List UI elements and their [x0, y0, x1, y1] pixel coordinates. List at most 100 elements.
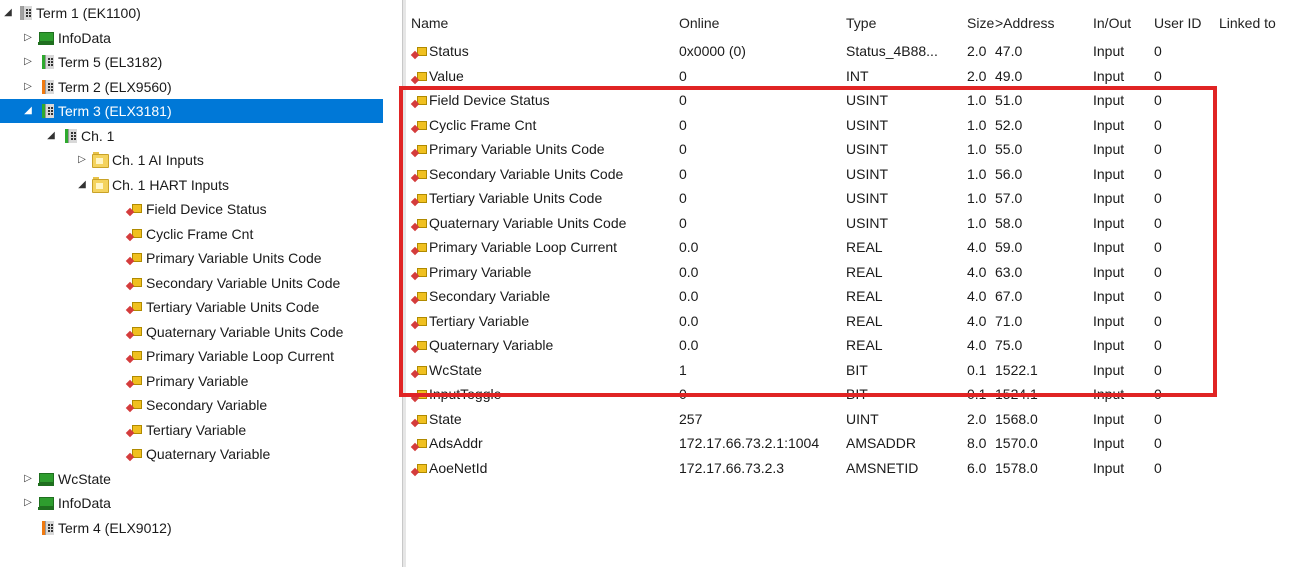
- tree-node[interactable]: ◢ Ch. 1 HART Inputs: [0, 173, 401, 197]
- cell-userid: 0: [1154, 361, 1162, 378]
- cell-name: InputToggle: [429, 386, 502, 402]
- cell-size: 1.0: [967, 165, 987, 182]
- cell-online: 0x0000 (0): [679, 43, 746, 59]
- cell-address: 47.0: [995, 43, 1023, 59]
- tree-node-label: Field Device Status: [146, 201, 267, 217]
- table-row[interactable]: AoeNetId 172.17.66.73.2.3 AMSNETID 6.0 1578.…: [407, 456, 1293, 480]
- collapsed-arrow-icon[interactable]: ▷: [22, 50, 34, 74]
- tree-node[interactable]: Secondary Variable: [0, 393, 401, 417]
- cell-size: 0.1: [967, 361, 987, 378]
- tree-node-label: Quaternary Variable: [146, 446, 271, 462]
- collapsed-arrow-icon[interactable]: ▷: [22, 467, 34, 491]
- table-row[interactable]: WcState 1 BIT 0.1 1522.1 Input 0: [407, 358, 1293, 382]
- cell-inout: Input: [1093, 337, 1125, 353]
- cell-type: USINT: [846, 116, 888, 133]
- cell-userid: 0: [1154, 337, 1162, 353]
- table-row[interactable]: Tertiary Variable 0.0 REAL 4.0 71.0 Input 0: [407, 309, 1293, 333]
- cell-type: BIT: [846, 386, 868, 402]
- cell-inout: Input: [1093, 67, 1125, 84]
- cell-userid: 0: [1154, 67, 1162, 84]
- tree-node[interactable]: Primary Variable: [0, 369, 401, 393]
- tree-node[interactable]: ▷ InfoData: [0, 26, 401, 50]
- variable-icon: [410, 437, 427, 452]
- table-row[interactable]: AdsAddr 172.17.66.73.2.1:1004 AMSADDR 8.0 15…: [407, 431, 1293, 455]
- cell-type: USINT: [846, 190, 888, 206]
- table-row[interactable]: InputToggle 0 BIT 0.1 1524.1 Input 0: [407, 382, 1293, 406]
- table-row[interactable]: Primary Variable 0.0 REAL 4.0 63.0 Input 0: [407, 260, 1293, 284]
- cell-name: Primary Variable: [429, 263, 532, 280]
- column-header[interactable]: Linked to: [1219, 12, 1276, 34]
- cell-size: 8.0: [967, 435, 987, 451]
- tree-node[interactable]: ▷ Term 2 (ELX9560): [0, 75, 401, 99]
- tree-node[interactable]: Primary Variable Units Code: [0, 246, 401, 270]
- cell-name: Value: [429, 67, 464, 84]
- expanded-arrow-icon[interactable]: ◢: [2, 1, 14, 25]
- tree-node[interactable]: ▷ Term 5 (EL3182): [0, 50, 401, 74]
- cell-address: 1522.1: [995, 361, 1038, 378]
- table-row[interactable]: Tertiary Variable Units Code 0 USINT 1.0 57.…: [407, 186, 1293, 210]
- pane-splitter[interactable]: [402, 0, 406, 567]
- tree-node[interactable]: Primary Variable Loop Current: [0, 344, 401, 368]
- cell-name: State: [429, 410, 462, 427]
- table-row[interactable]: Status 0x0000 (0) Status_4B88... 2.0 47.0 Inp…: [407, 39, 1293, 63]
- expanded-arrow-icon[interactable]: ◢: [45, 124, 57, 148]
- tree-node[interactable]: ◢ Term 1 (EK1100): [0, 1, 401, 25]
- cell-online: 1: [679, 361, 687, 378]
- tree-node[interactable]: Secondary Variable Units Code: [0, 271, 401, 295]
- tree-node[interactable]: ▷ WcState: [0, 467, 401, 491]
- tree-view[interactable]: ◢ Term 1 (EK1100) ▷ InfoData ▷ Term 5 (EL3182…: [0, 0, 401, 567]
- tree-node[interactable]: Tertiary Variable: [0, 418, 401, 442]
- collapsed-arrow-icon[interactable]: ▷: [22, 75, 34, 99]
- cell-address: 51.0: [995, 92, 1023, 108]
- tree-node[interactable]: Cyclic Frame Cnt: [0, 222, 401, 246]
- column-header[interactable]: User ID: [1154, 12, 1201, 34]
- tree-node[interactable]: ◢ Term 3 (ELX3181): [0, 99, 383, 123]
- collapsed-arrow-icon[interactable]: ▷: [22, 26, 34, 50]
- tree-node-label: WcState: [58, 470, 111, 487]
- tree-node[interactable]: Term 4 (ELX9012): [0, 516, 401, 540]
- column-header[interactable]: Size: [967, 12, 994, 34]
- cell-online: 0: [679, 214, 687, 231]
- cell-name: Cyclic Frame Cnt: [429, 116, 537, 133]
- table-row[interactable]: Primary Variable Units Code 0 USINT 1.0 55.0…: [407, 137, 1293, 161]
- table-row[interactable]: Secondary Variable 0.0 REAL 4.0 67.0 Input 0: [407, 284, 1293, 308]
- table-row[interactable]: Quaternary Variable 0.0 REAL 4.0 75.0 Input 0: [407, 333, 1293, 357]
- cell-type: REAL: [846, 312, 883, 329]
- table-row[interactable]: Quaternary Variable Units Code 0 USINT 1.0 5…: [407, 211, 1293, 235]
- table-row[interactable]: Cyclic Frame Cnt 0 USINT 1.0 52.0 Input 0: [407, 113, 1293, 137]
- cell-type: USINT: [846, 214, 888, 231]
- cell-inout: Input: [1093, 386, 1125, 402]
- column-header[interactable]: Type: [846, 12, 876, 34]
- cell-size: 1.0: [967, 141, 987, 157]
- cell-inout: Input: [1093, 165, 1125, 182]
- tree-node-label: Tertiary Variable Units Code: [146, 299, 320, 315]
- collapsed-arrow-icon[interactable]: ▷: [22, 491, 34, 515]
- cell-userid: 0: [1154, 435, 1162, 451]
- tree-node[interactable]: Field Device Status: [0, 197, 401, 221]
- table-row[interactable]: State 257 UINT 2.0 1568.0 Input 0: [407, 407, 1293, 431]
- tree-node[interactable]: Quaternary Variable: [0, 442, 401, 466]
- tree-node[interactable]: ▷ InfoData: [0, 491, 401, 515]
- expanded-arrow-icon[interactable]: ◢: [76, 173, 88, 197]
- tree-node[interactable]: Quaternary Variable Units Code: [0, 320, 401, 344]
- table-row[interactable]: Value 0 INT 2.0 49.0 Input 0: [407, 64, 1293, 88]
- column-header[interactable]: In/Out: [1093, 12, 1131, 34]
- column-header[interactable]: >Address: [995, 12, 1055, 34]
- terminal-icon: [61, 128, 77, 143]
- column-header[interactable]: Online: [679, 12, 719, 34]
- variable-icon: [410, 143, 427, 158]
- tree-node[interactable]: ▷ Ch. 1 AI Inputs: [0, 148, 401, 172]
- variable-icon: [125, 325, 142, 339]
- cell-name: Tertiary Variable: [429, 312, 530, 329]
- collapsed-arrow-icon[interactable]: ▷: [76, 148, 88, 172]
- tree-node[interactable]: ◢ Ch. 1: [0, 124, 401, 148]
- table-row[interactable]: Secondary Variable Units Code 0 USINT 1.0 56…: [407, 162, 1293, 186]
- expanded-arrow-icon[interactable]: ◢: [22, 99, 34, 123]
- cell-type: AMSADDR: [846, 435, 917, 451]
- table-row[interactable]: Field Device Status 0 USINT 1.0 51.0 Input 0: [407, 88, 1293, 112]
- tree-node[interactable]: Tertiary Variable Units Code: [0, 295, 401, 319]
- cell-online: 172.17.66.73.2.1:1004: [679, 435, 820, 451]
- table-row[interactable]: Primary Variable Loop Current 0.0 REAL 4.0 5…: [407, 235, 1293, 259]
- column-header[interactable]: Name: [411, 12, 448, 34]
- folder-icon: [92, 152, 109, 168]
